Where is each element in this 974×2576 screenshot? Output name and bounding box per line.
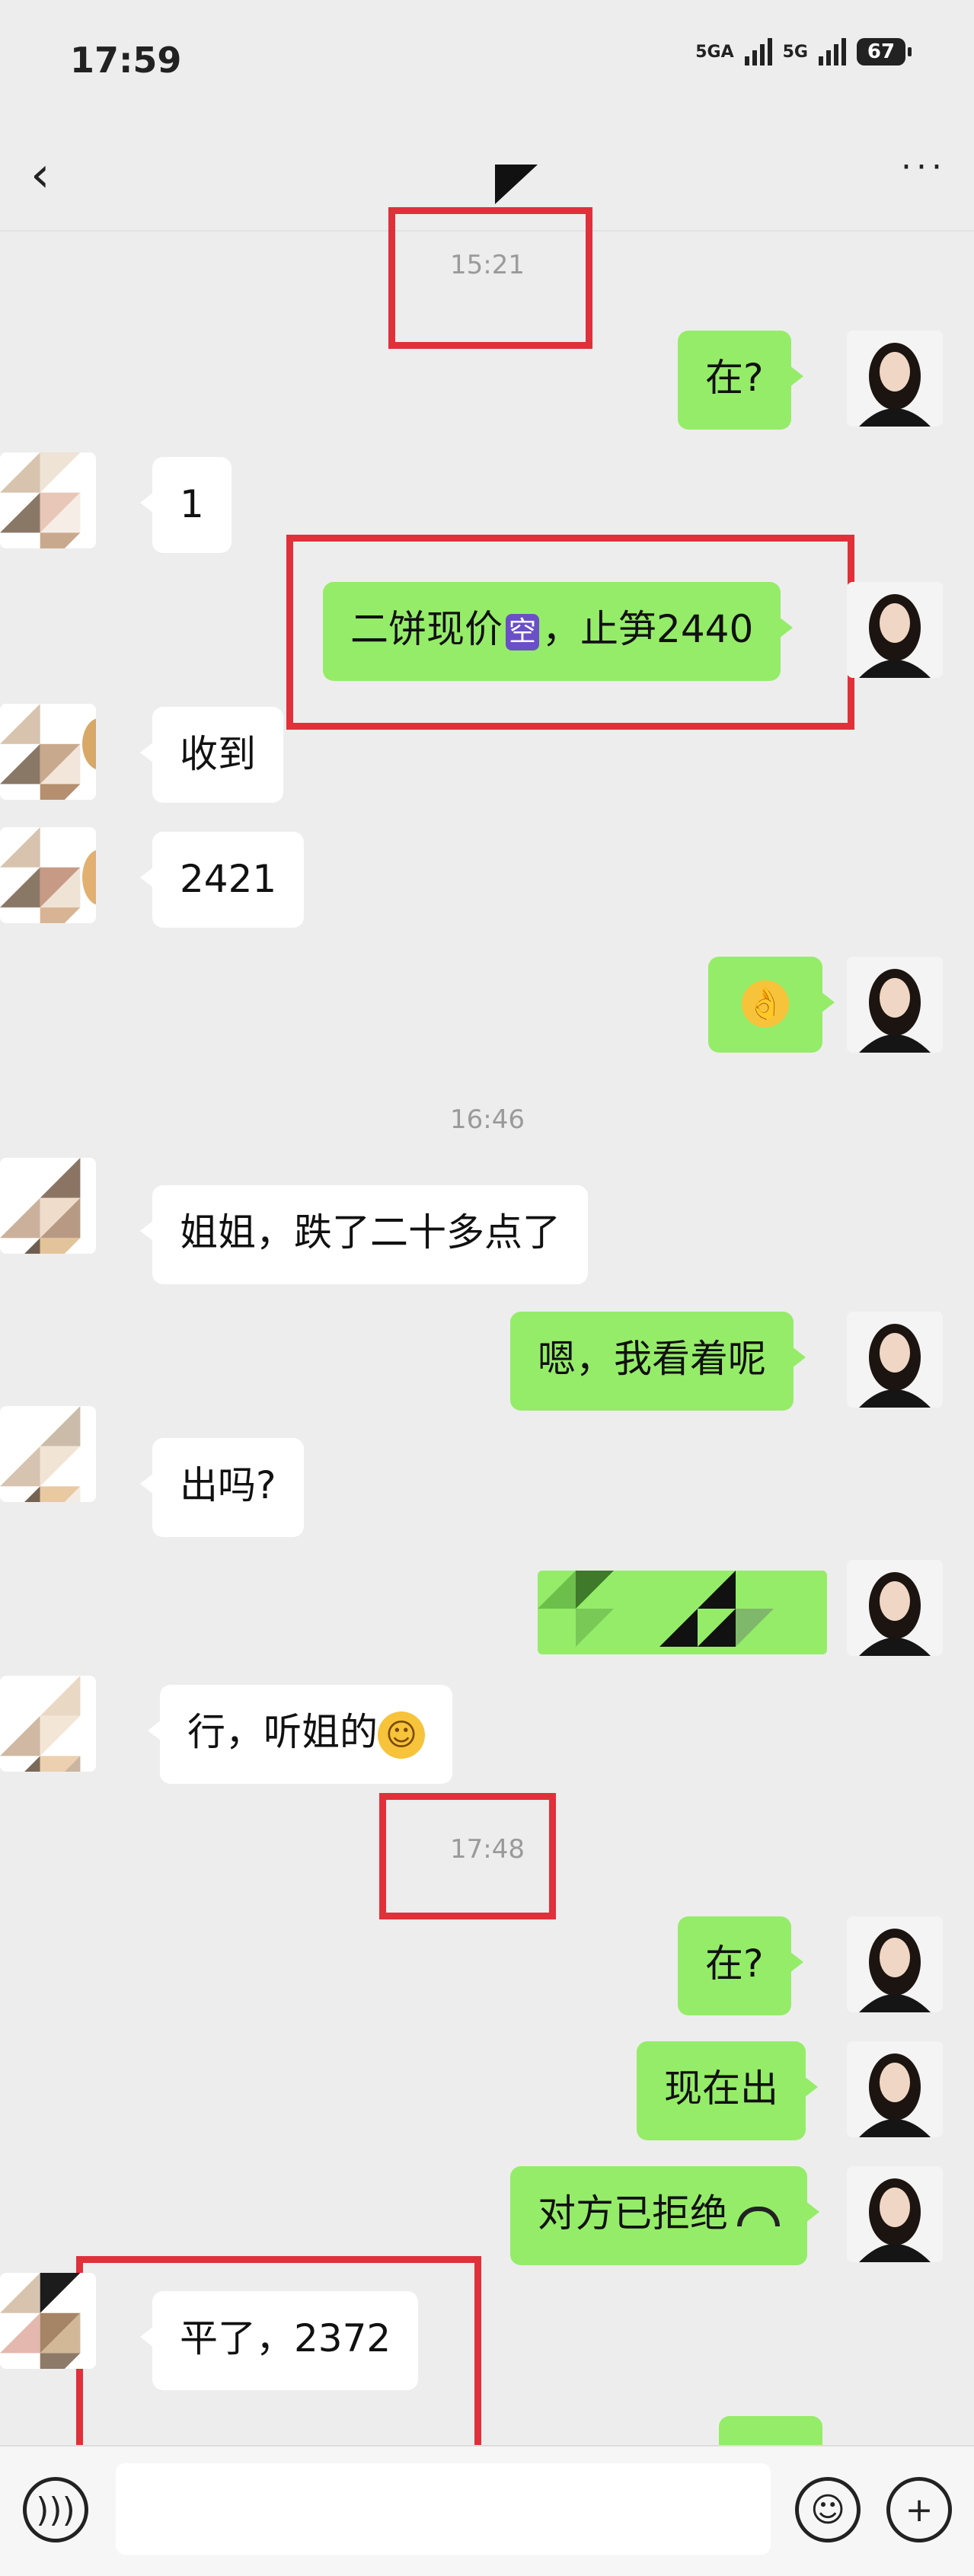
contact-avatar[interactable]	[0, 2273, 96, 2369]
contact-avatar[interactable]	[0, 704, 96, 800]
message-bubble[interactable]: 现在出	[637, 2041, 818, 2140]
message-bubble[interactable]: 嗯，我看着呢	[510, 1312, 806, 1411]
message-bubble[interactable]: 在?	[678, 1916, 803, 2015]
my-avatar[interactable]	[847, 2041, 943, 2137]
message-bubble-partial	[719, 2416, 822, 2447]
message-bubble[interactable]: 在?	[678, 331, 803, 430]
redacted-message[interactable]	[538, 1571, 827, 1654]
timestamp: 16:46	[450, 1104, 525, 1135]
battery-icon: 67	[857, 38, 912, 66]
timestamp: 17:48	[450, 1834, 525, 1865]
contact-avatar[interactable]	[0, 1158, 96, 1254]
network-label-2: 5G	[782, 42, 808, 62]
ok-hand-icon: 👌	[742, 980, 789, 1028]
message-bubble[interactable]: 出吗?	[140, 1438, 304, 1537]
message-bubble[interactable]: 行，听姐的 ☺	[148, 1685, 452, 1784]
message-bubble[interactable]: 二饼现价空，止笋2440	[323, 582, 794, 681]
kong-badge-icon: 空	[506, 613, 540, 650]
message-text: ，止笋2440	[542, 607, 754, 651]
message-bubble[interactable]: 收到	[140, 707, 283, 803]
message-bubble[interactable]: 平了，2372	[139, 2291, 419, 2390]
contact-avatar[interactable]	[0, 827, 96, 923]
plus-icon[interactable]: +	[886, 2477, 952, 2542]
message-bubble[interactable]: 👌	[708, 957, 835, 1053]
status-bar: 17:59 5GA 5G 67	[0, 0, 974, 122]
redacted-chat-title	[495, 165, 538, 204]
message-input[interactable]	[116, 2463, 771, 2555]
message-bubble[interactable]: 姐姐，跌了二十多点了	[140, 1185, 588, 1284]
contact-avatar[interactable]	[0, 452, 96, 548]
input-bar: ))) ☺ +	[0, 2445, 974, 2576]
signal-icon	[744, 38, 772, 66]
contact-avatar[interactable]	[0, 1676, 96, 1772]
contact-avatar[interactable]	[0, 1406, 96, 1502]
message-text: 行，听姐的	[187, 1710, 378, 1754]
message-text: 对方已拒绝	[538, 2191, 728, 2236]
call-record-bubble[interactable]: 对方已拒绝	[510, 2166, 819, 2265]
emoji-face-icon[interactable]: ☺	[795, 2477, 861, 2542]
my-avatar[interactable]	[847, 1560, 943, 1656]
my-avatar[interactable]	[847, 957, 943, 1053]
my-avatar[interactable]	[847, 331, 943, 427]
voice-icon[interactable]: )))	[23, 2477, 88, 2542]
more-dots-icon[interactable]: ···	[901, 151, 947, 184]
timestamp: 15:21	[450, 250, 525, 280]
network-label-1: 5GA	[695, 42, 734, 62]
my-avatar[interactable]	[847, 2166, 943, 2262]
my-avatar[interactable]	[847, 1312, 943, 1408]
back-chevron-left-icon[interactable]: ‹	[30, 151, 76, 200]
status-icons: 5GA 5G 67	[695, 38, 912, 66]
my-avatar[interactable]	[847, 1916, 943, 2012]
status-time: 17:59	[70, 40, 182, 81]
message-text: 二饼现价	[350, 607, 503, 651]
smiling-face-icon: ☺	[378, 1711, 425, 1759]
my-avatar[interactable]	[847, 582, 943, 678]
message-bubble[interactable]: 2421	[139, 832, 305, 928]
phone-hangup-icon	[737, 2206, 780, 2226]
battery-level: 67	[867, 40, 896, 63]
message-bubble[interactable]: 1	[140, 457, 232, 553]
signal-icon	[819, 38, 846, 66]
